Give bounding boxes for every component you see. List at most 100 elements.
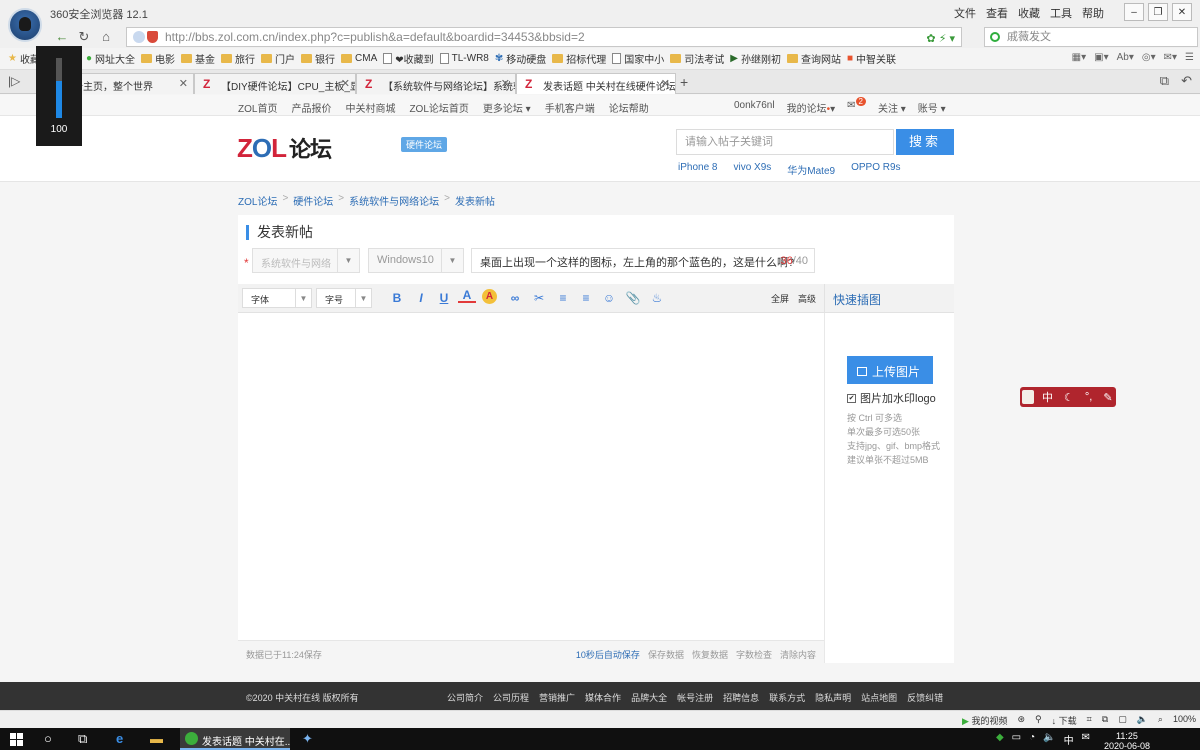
task-view-icon[interactable]: ⧉ xyxy=(78,731,87,747)
moon-icon[interactable]: ☾ xyxy=(1064,391,1074,404)
nav-zol-home[interactable]: ZOL首页 xyxy=(238,100,277,115)
bookmark-item[interactable]: TL-WR8 xyxy=(439,53,489,64)
bg-color-icon[interactable]: A xyxy=(482,289,497,304)
nav-mobile-client[interactable]: 手机客户端 xyxy=(545,100,595,115)
restore-tabs-icon[interactable]: ⧉ xyxy=(1160,73,1169,89)
ime-toolbar[interactable]: 中 ☾ °, ✎ xyxy=(1020,387,1116,407)
user-avatar[interactable] xyxy=(8,8,42,42)
file-explorer-icon[interactable]: ▬ xyxy=(150,731,163,746)
save-data-button[interactable]: 保存数据 xyxy=(648,648,684,661)
bookmark-item[interactable]: 旅行 xyxy=(221,51,255,66)
crumb-forum[interactable]: ZOL论坛 xyxy=(238,193,277,208)
advanced-button[interactable]: 高级 xyxy=(798,292,816,305)
page-icon[interactable]: ⧉ xyxy=(1102,714,1108,727)
my-forum[interactable]: 我的论坛•▾ xyxy=(787,100,836,115)
more-icon[interactable]: ☰ xyxy=(1185,52,1194,63)
crumb-software[interactable]: 系统软件与网络论坛 xyxy=(349,193,439,208)
chart-icon[interactable]: ♨ xyxy=(648,289,666,307)
close-tab-icon[interactable]: ✕ xyxy=(179,77,188,90)
menu-file[interactable]: 文件 xyxy=(954,5,976,21)
ime-handle-icon[interactable] xyxy=(1022,390,1034,404)
ime-mode[interactable]: 中 xyxy=(1042,389,1053,405)
wifi-icon[interactable]: ◔ xyxy=(1029,732,1035,747)
post-title-input[interactable]: 桌面上出现一个这样的图标，左上角的那个蓝色的，这是什么啊? 36/40 xyxy=(471,248,815,273)
taskbar-clock[interactable]: 11:25 2020-06-08 xyxy=(1104,731,1150,750)
zoom-level[interactable]: 100% xyxy=(1173,714,1196,727)
zoom-icon[interactable]: ⌕ xyxy=(1158,714,1163,727)
taskbar-ime[interactable]: 中 xyxy=(1064,732,1074,747)
crumb-hardware[interactable]: 硬件论坛 xyxy=(293,193,333,208)
bookmark-item[interactable]: ● 网址大全 xyxy=(86,51,135,66)
align-center-icon[interactable]: ≡ xyxy=(577,289,595,307)
link-icon[interactable]: ∞ xyxy=(506,289,524,307)
forum-tag[interactable]: 硬件论坛 xyxy=(401,137,448,152)
bookmark-item[interactable]: ❤收藏到 xyxy=(383,51,434,66)
footer-link[interactable]: 品牌大全 xyxy=(631,691,667,704)
bookmark-item[interactable]: 基金 xyxy=(181,51,215,66)
bookmark-item[interactable]: ✾ 移动硬盘 xyxy=(495,51,546,66)
new-tab-icon[interactable]: + xyxy=(680,74,688,90)
category-select[interactable]: 系统软件与网络 ▼ xyxy=(252,248,360,273)
translate-icon[interactable]: Ab▾ xyxy=(1117,52,1134,63)
footer-link[interactable]: 隐私声明 xyxy=(815,691,851,704)
font-size-select[interactable]: 字号 ▼ xyxy=(316,288,372,308)
home-icon[interactable]: ⌂ xyxy=(96,27,116,46)
bookmark-item[interactable]: 银行 xyxy=(301,51,335,66)
network-icon[interactable]: ▭ xyxy=(1012,732,1021,747)
account-menu[interactable]: 账号 ▾ xyxy=(918,100,946,115)
footer-link[interactable]: 媒体合作 xyxy=(585,691,621,704)
mail-icon[interactable]: ✉▾ xyxy=(1164,52,1177,63)
fullscreen-button[interactable]: 全屏 xyxy=(771,292,789,305)
footer-link[interactable]: 反馈纠错 xyxy=(907,691,943,704)
username[interactable]: 0onk76nl xyxy=(734,100,775,115)
hot-word[interactable]: 华为Mate9 xyxy=(787,162,835,177)
edge-icon[interactable]: e xyxy=(116,731,123,746)
my-video[interactable]: ▶ 我的视频 xyxy=(962,714,1007,727)
menu-view[interactable]: 查看 xyxy=(986,5,1008,21)
accelerate-icon[interactable]: ⊛ xyxy=(1018,714,1026,727)
bookmark-item[interactable]: 招标代理 xyxy=(552,51,606,66)
undo-close-icon[interactable]: ↶ xyxy=(1181,73,1192,89)
footer-link[interactable]: 公司简介 xyxy=(447,691,483,704)
font-color-icon[interactable]: A xyxy=(458,288,476,303)
watermark-checkbox[interactable]: ✔ xyxy=(847,393,856,403)
footer-link[interactable]: 营销推广 xyxy=(539,691,575,704)
minimize-icon[interactable]: – xyxy=(1124,3,1144,21)
hot-word[interactable]: iPhone 8 xyxy=(678,162,717,177)
close-tab-icon[interactable]: ✕ xyxy=(501,77,510,90)
bookmark-item[interactable]: CMA xyxy=(341,53,377,64)
footer-link[interactable]: 公司历程 xyxy=(493,691,529,704)
font-select[interactable]: 字体 ▼ xyxy=(242,288,312,308)
footer-link[interactable]: 招聘信息 xyxy=(723,691,759,704)
clear-content-button[interactable]: 清除内容 xyxy=(780,648,816,661)
bookmark-item[interactable]: 国家中小 xyxy=(612,51,664,66)
quick-image-header[interactable]: 快速插图 xyxy=(824,284,954,313)
sidebar-toggle-icon[interactable]: |▷ xyxy=(8,74,20,88)
menu-tools[interactable]: 工具 xyxy=(1050,5,1072,21)
emoji-icon[interactable]: ☺ xyxy=(600,289,618,307)
pin-icon[interactable]: ⚲ xyxy=(1035,714,1042,727)
screenshot-icon[interactable]: ⌗ xyxy=(1087,714,1092,727)
apps-icon[interactable]: ▦▾ xyxy=(1072,52,1086,63)
shield-tool-icon[interactable]: ◎▾ xyxy=(1142,52,1156,63)
url-input[interactable]: http://bbs.zol.com.cn/index.php?c=publis… xyxy=(126,27,962,47)
bookmark-item[interactable]: ■ 中智关联 xyxy=(847,51,896,66)
footer-link[interactable]: 联系方式 xyxy=(769,691,805,704)
hot-word[interactable]: OPPO R9s xyxy=(851,162,900,177)
close-icon[interactable]: ✕ xyxy=(1172,3,1192,21)
nav-forum-help[interactable]: 论坛帮助 xyxy=(609,100,649,115)
app-icon[interactable]: ✦ xyxy=(302,731,313,747)
lightning-icon[interactable]: ✿ ⚡ ▾ xyxy=(926,30,955,48)
search-circle-icon[interactable]: ○ xyxy=(44,731,52,746)
punctuation-icon[interactable]: °, xyxy=(1085,391,1092,403)
taskbar-browser[interactable]: 发表话题 中关村在... xyxy=(180,728,290,750)
forum-search-input[interactable]: 请输入帖子关键词 xyxy=(676,129,894,155)
footer-link[interactable]: 站点地图 xyxy=(861,691,897,704)
downloads[interactable]: ↓ 下载 xyxy=(1052,714,1077,727)
sound-icon[interactable]: 🔈 xyxy=(1137,714,1148,727)
bookmark-item[interactable]: ▶ 孙继刚初 xyxy=(730,51,781,66)
nav-forum-home[interactable]: ZOL论坛首页 xyxy=(409,100,468,115)
italic-icon[interactable]: I xyxy=(412,289,430,307)
attachment-icon[interactable]: 📎 xyxy=(624,289,642,307)
word-count-button[interactable]: 字数检查 xyxy=(736,648,772,661)
